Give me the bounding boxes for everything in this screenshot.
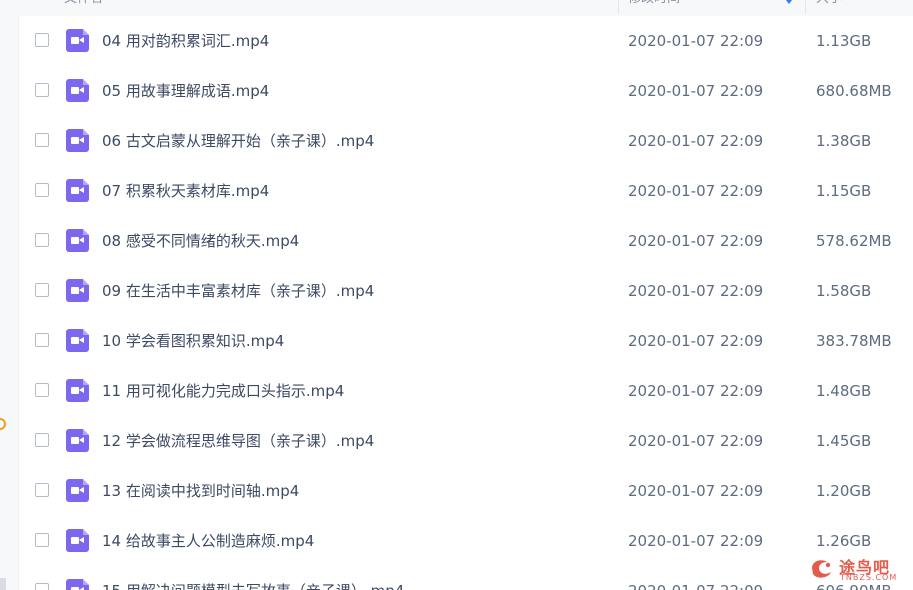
video-file-icon <box>66 529 89 552</box>
file-size: 1.45GB <box>816 432 872 450</box>
file-modified-time: 2020-01-07 22:09 <box>628 282 764 300</box>
video-file-icon <box>66 329 89 352</box>
row-checkbox[interactable] <box>35 283 49 297</box>
table-row[interactable]: 07 积累秋天素材库.mp4 2020-01-07 22:09 1.15GB <box>18 166 913 216</box>
table-row[interactable]: 11 用可视化能力完成口头指示.mp4 2020-01-07 22:09 1.4… <box>18 366 913 416</box>
file-modified-time: 2020-01-07 22:09 <box>628 182 764 200</box>
file-name[interactable]: 12 学会做流程思维导图（亲子课）.mp4 <box>102 416 374 466</box>
table-row[interactable]: 13 在阅读中找到时间轴.mp4 2020-01-07 22:09 1.20GB <box>18 466 913 516</box>
edge-scroll-mark <box>0 578 6 590</box>
video-file-icon <box>66 29 89 52</box>
video-file-icon <box>66 429 89 452</box>
file-modified-time: 2020-01-07 22:09 <box>628 332 764 350</box>
file-modified-time: 2020-01-07 22:09 <box>628 566 763 590</box>
file-name[interactable]: 07 积累秋天素材库.mp4 <box>102 166 269 216</box>
video-file-icon <box>66 379 89 402</box>
sort-arrow-icon[interactable] <box>786 0 792 4</box>
file-name[interactable]: 06 古文启蒙从理解开始（亲子课）.mp4 <box>102 116 374 166</box>
file-modified-time: 2020-01-07 22:09 <box>628 132 764 150</box>
video-file-icon <box>66 129 89 152</box>
row-checkbox[interactable] <box>35 83 49 97</box>
file-name[interactable]: 13 在阅读中找到时间轴.mp4 <box>102 466 299 516</box>
row-checkbox[interactable] <box>35 333 49 347</box>
file-modified-time: 2020-01-07 22:09 <box>628 532 764 550</box>
row-checkbox[interactable] <box>35 583 49 590</box>
file-size: 1.15GB <box>816 182 872 200</box>
column-header-name[interactable]: 文件名 <box>64 0 103 16</box>
file-modified-time: 2020-01-07 22:09 <box>628 82 764 100</box>
file-name[interactable]: 15 用解决问题模型去写故事（亲子课）.mp4 <box>102 566 404 590</box>
edge-indicator-dot[interactable] <box>0 418 6 430</box>
row-checkbox[interactable] <box>35 133 49 147</box>
file-name[interactable]: 05 用故事理解成语.mp4 <box>102 66 269 116</box>
file-size: 1.38GB <box>816 132 872 150</box>
column-divider[interactable] <box>618 0 619 14</box>
row-checkbox[interactable] <box>35 33 49 47</box>
file-modified-time: 2020-01-07 22:09 <box>628 432 764 450</box>
row-checkbox[interactable] <box>35 433 49 447</box>
video-file-icon <box>66 229 89 252</box>
table-row[interactable]: 05 用故事理解成语.mp4 2020-01-07 22:09 680.68MB <box>18 66 913 116</box>
file-size: 1.13GB <box>816 32 872 50</box>
video-file-icon <box>66 79 89 102</box>
column-header-time[interactable]: 修改时间 <box>628 0 680 16</box>
file-name[interactable]: 11 用可视化能力完成口头指示.mp4 <box>102 366 344 416</box>
left-rail <box>0 0 19 590</box>
table-row[interactable]: 10 学会看图积累知识.mp4 2020-01-07 22:09 383.78M… <box>18 316 913 366</box>
watermark-subtext: TNBZS.COM <box>840 573 898 582</box>
file-size: 578.62MB <box>816 232 892 250</box>
file-modified-time: 2020-01-07 22:09 <box>628 32 764 50</box>
file-modified-time: 2020-01-07 22:09 <box>628 482 764 500</box>
file-name[interactable]: 04 用对韵积累词汇.mp4 <box>102 16 269 66</box>
file-size: 1.58GB <box>816 282 872 300</box>
file-name[interactable]: 14 给故事主人公制造麻烦.mp4 <box>102 516 314 566</box>
file-list-header: 文件名 修改时间 大小 <box>18 0 913 16</box>
column-divider[interactable] <box>805 0 806 14</box>
file-name[interactable]: 10 学会看图积累知识.mp4 <box>102 316 284 366</box>
file-name[interactable]: 09 在生活中丰富素材库（亲子课）.mp4 <box>102 266 374 316</box>
video-file-icon <box>66 279 89 302</box>
table-row[interactable]: 14 给故事主人公制造麻烦.mp4 2020-01-07 22:09 1.26G… <box>18 516 913 566</box>
table-row[interactable]: 09 在生活中丰富素材库（亲子课）.mp4 2020-01-07 22:09 1… <box>18 266 913 316</box>
watermark: 途鸟吧 TNBZS.COM <box>809 554 905 584</box>
row-checkbox[interactable] <box>35 533 49 547</box>
file-modified-time: 2020-01-07 22:09 <box>628 232 764 250</box>
file-size: 1.20GB <box>816 482 872 500</box>
file-name[interactable]: 08 感受不同情绪的秋天.mp4 <box>102 216 299 266</box>
row-checkbox[interactable] <box>35 183 49 197</box>
file-size: 680.68MB <box>816 82 892 100</box>
table-row[interactable]: 12 学会做流程思维导图（亲子课）.mp4 2020-01-07 22:09 1… <box>18 416 913 466</box>
row-checkbox[interactable] <box>35 483 49 497</box>
table-row[interactable]: 04 用对韵积累词汇.mp4 2020-01-07 22:09 1.13GB <box>18 16 913 66</box>
file-size: 383.78MB <box>816 332 892 350</box>
column-header-size[interactable]: 大小 <box>816 0 842 16</box>
file-modified-time: 2020-01-07 22:09 <box>628 382 764 400</box>
row-checkbox[interactable] <box>35 383 49 397</box>
bird-logo-icon <box>812 560 831 578</box>
table-row[interactable]: 06 古文启蒙从理解开始（亲子课）.mp4 2020-01-07 22:09 1… <box>18 116 913 166</box>
video-file-icon <box>66 579 89 590</box>
video-file-icon <box>66 179 89 202</box>
file-size: 1.48GB <box>816 382 872 400</box>
table-row[interactable]: 08 感受不同情绪的秋天.mp4 2020-01-07 22:09 578.62… <box>18 216 913 266</box>
video-file-icon <box>66 479 89 502</box>
row-checkbox[interactable] <box>35 233 49 247</box>
table-row[interactable]: 15 用解决问题模型去写故事（亲子课）.mp4 2020-01-07 22:09… <box>18 566 913 590</box>
